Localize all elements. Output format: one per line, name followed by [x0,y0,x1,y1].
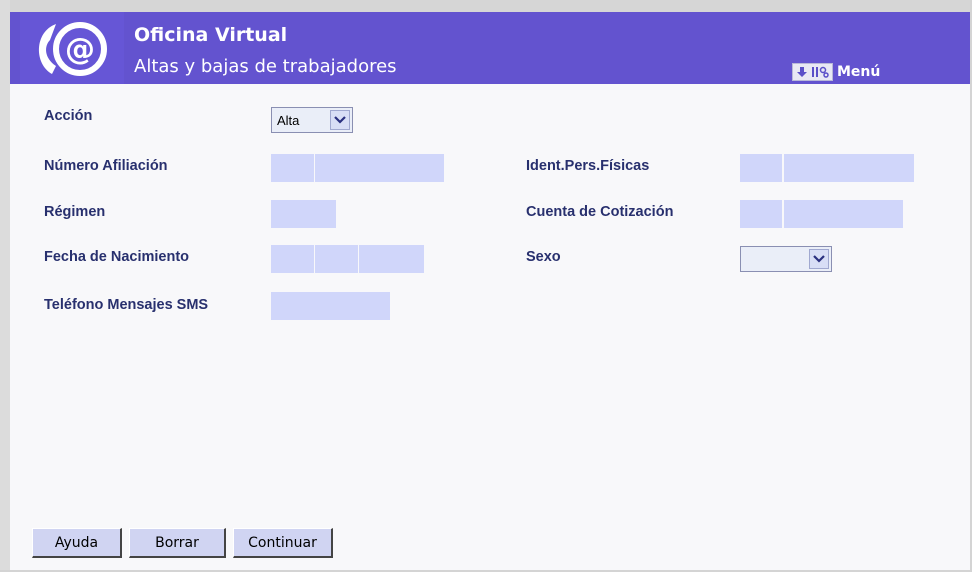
fecha-nacimiento-mes-field[interactable] [315,245,358,273]
arrow-down-icon [797,67,807,77]
ayuda-button[interactable]: Ayuda [32,528,122,558]
cuenta-cotizacion-label: Cuenta de Cotización [526,204,674,220]
accion-label: Acción [44,108,93,124]
sliders-icon [812,66,829,78]
numero-afiliacion-provincia-field[interactable] [271,154,314,182]
ident-pers-fisicas-label: Ident.Pers.Físicas [526,158,650,174]
ident-pers-fisicas-tipo-field[interactable] [740,154,782,182]
page: @ Oficina Virtual Altas y bajas de traba… [0,0,972,572]
logo: @ [20,12,124,84]
menu-icon-group [792,63,833,81]
menu-button[interactable]: Menú [792,62,880,82]
app-title: Oficina Virtual [134,24,288,46]
telefono-sms-field[interactable] [271,292,390,320]
sexo-select[interactable] [740,246,832,272]
ident-pers-fisicas-numero-field[interactable] [784,154,914,182]
borrar-button[interactable]: Borrar [129,528,226,558]
cuenta-cotizacion-regimen-field[interactable] [740,200,782,228]
cuenta-cotizacion-numero-field[interactable] [784,200,903,228]
accion-select[interactable]: Alta [271,107,353,133]
svg-text:@: @ [65,32,95,67]
regimen-label: Régimen [44,204,106,220]
continuar-button[interactable]: Continuar [233,528,333,558]
fecha-nacimiento-dia-field[interactable] [271,245,314,273]
window-top-border [0,0,972,12]
menu-label: Menú [837,64,881,80]
numero-afiliacion-numero-field[interactable] [315,154,444,182]
telefono-sms-label: Teléfono Mensajes SMS [44,297,209,313]
accion-selected-value: Alta [277,112,300,128]
sexo-label: Sexo [526,249,561,265]
fecha-nacimiento-label: Fecha de Nacimiento [44,249,190,265]
at-sign-logo-icon: @ [38,22,107,76]
window-left-border [0,0,10,572]
header-bar: @ Oficina Virtual Altas y bajas de traba… [10,12,970,84]
fecha-nacimiento-anio-field[interactable] [359,245,424,273]
chevron-down-icon [809,249,829,269]
regimen-field[interactable] [271,200,336,228]
page-subtitle: Altas y bajas de trabajadores [134,56,397,77]
chevron-down-icon [330,110,350,130]
numero-afiliacion-label: Número Afiliación [44,158,168,174]
